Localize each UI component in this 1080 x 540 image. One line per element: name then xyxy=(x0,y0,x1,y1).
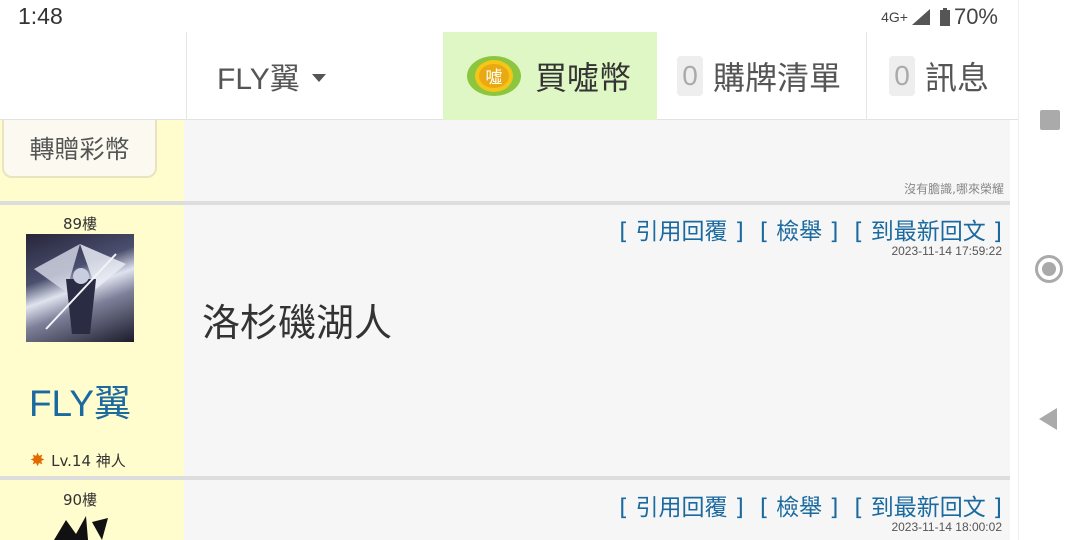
recents-icon[interactable] xyxy=(1040,110,1060,130)
status-icons: 4G+ 70% xyxy=(881,4,998,30)
network-type: 4G+ xyxy=(881,9,908,25)
jump-latest-link[interactable]: [ 到最新回文 ] xyxy=(854,488,1002,522)
avatar-image xyxy=(54,516,108,540)
home-icon[interactable] xyxy=(1035,255,1063,283)
coin-glyph: 噓 xyxy=(486,68,503,88)
user-name: FLY翼 xyxy=(217,63,300,96)
message-count: 0 xyxy=(889,56,915,96)
signature: 沒有膽識,哪來榮耀 xyxy=(904,182,1004,196)
report-link[interactable]: [ 檢舉 ] xyxy=(760,212,839,246)
floor-number: 90樓 xyxy=(62,491,98,509)
cart-link[interactable]: 0 購牌清單 xyxy=(657,32,866,120)
user-level: ✸ Lv.14 神人 xyxy=(30,450,126,471)
quote-reply-link[interactable]: [ 引用回覆 ] xyxy=(619,212,744,246)
post-divider xyxy=(0,476,1010,480)
report-link[interactable]: [ 檢舉 ] xyxy=(760,488,839,522)
quote-reply-link[interactable]: [ 引用回覆 ] xyxy=(619,488,744,522)
post-timestamp: 2023-11-14 17:59:22 xyxy=(891,244,1002,258)
battery-icon xyxy=(939,8,950,26)
status-bar: 1:48 4G+ 70% xyxy=(0,0,1018,32)
buy-coins-button[interactable]: 噓 買噓幣 xyxy=(443,32,657,120)
signal-icon xyxy=(911,9,930,25)
top-nav: FLY翼 噓 買噓幣 0 購牌清單 0 訊息 xyxy=(0,32,1018,120)
jump-latest-link[interactable]: [ 到最新回文 ] xyxy=(854,212,1002,246)
author-name[interactable]: FLY翼 xyxy=(0,373,160,427)
back-icon[interactable] xyxy=(1039,408,1057,430)
coin-icon: 噓 xyxy=(467,56,521,96)
gift-coins-button[interactable]: 轉贈彩幣 xyxy=(2,120,157,178)
thread-content: 轉贈彩幣 沒有膽識,哪來榮耀 89樓 FLY翼 ✸ Lv.14 神人 [ 引用回… xyxy=(0,120,1010,540)
messages-label: 訊息 xyxy=(925,59,990,97)
user-menu[interactable]: FLY翼 xyxy=(186,32,443,120)
post-body: 洛杉磯湖人 xyxy=(202,301,393,345)
cart-count: 0 xyxy=(677,56,703,96)
buy-coins-label: 買噓幣 xyxy=(535,59,632,97)
system-nav-bar xyxy=(1018,0,1080,540)
clock: 1:48 xyxy=(18,3,63,29)
post-timestamp: 2023-11-14 18:00:02 xyxy=(891,520,1002,534)
post-divider xyxy=(0,201,1010,205)
level-text: Lv.14 神人 xyxy=(51,452,126,470)
post-actions: [ 引用回覆 ] [ 檢舉 ] [ 到最新回文 ] xyxy=(619,212,1002,246)
messages-link[interactable]: 0 訊息 xyxy=(866,32,1018,120)
level-star-icon: ✸ xyxy=(30,450,46,471)
avatar[interactable] xyxy=(26,512,134,540)
cart-label: 購牌清單 xyxy=(713,59,842,97)
battery-level: 70% xyxy=(953,4,998,29)
post-actions: [ 引用回覆 ] [ 檢舉 ] [ 到最新回文 ] xyxy=(619,488,1002,522)
avatar-image xyxy=(34,244,126,334)
floor-number: 89樓 xyxy=(62,215,98,233)
avatar[interactable] xyxy=(26,234,134,342)
chevron-down-icon xyxy=(311,74,326,82)
